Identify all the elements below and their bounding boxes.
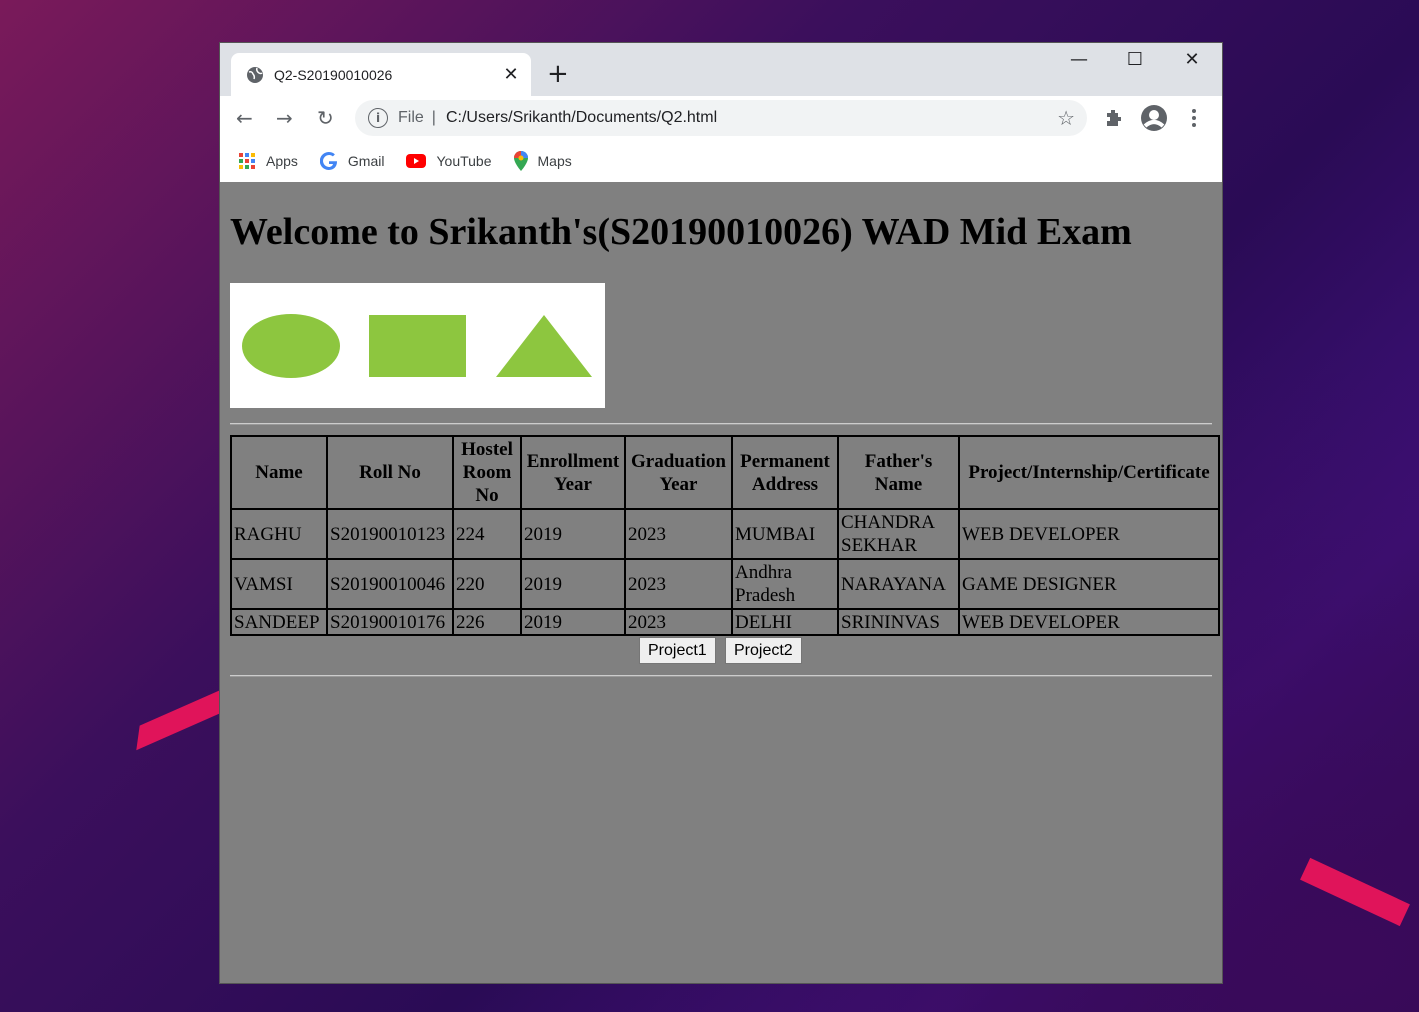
address-bar[interactable]: i File | C:/Users/Srikanth/Documents/Q2.… [355,100,1087,136]
profile-avatar-icon[interactable] [1140,104,1168,132]
tab-title: Q2-S20190010026 [274,66,393,83]
bookmark-star-icon[interactable]: ☆ [1057,106,1075,130]
table-row: SANDEEP S20190010176 226 2019 2023 DELHI… [230,608,1220,636]
table-cell: 226 [452,608,522,636]
table-cell: 224 [452,508,522,560]
column-header: Graduation Year [624,435,733,510]
table-cell: SRININVAS [837,608,960,636]
table-cell: Andhra Pradesh [731,558,839,610]
divider [230,675,1212,677]
bookmark-label: Maps [537,153,572,169]
bookmark-label: YouTube [436,153,492,169]
circle-shape [242,314,340,378]
bookmark-maps[interactable]: Maps [513,151,572,171]
menu-kebab-icon[interactable] [1190,108,1198,128]
browser-tab[interactable]: Q2-S20190010026 ✕ [231,53,531,96]
youtube-icon [406,154,427,168]
bookmark-label: Gmail [347,153,385,169]
table-row: VAMSI S20190010046 220 2019 2023 Andhra … [230,558,1220,610]
bookmarks-bar: Apps Gmail YouTube Maps [220,140,1222,183]
divider [230,423,1212,425]
url-text[interactable]: C:/Users/Srikanth/Documents/Q2.html [446,109,717,127]
extensions-icon[interactable] [1104,108,1124,128]
table-cell: WEB DEVELOPER [958,508,1220,560]
page-content: Welcome to Srikanth's(S20190010026) WAD … [220,182,1222,983]
bookmark-label: Apps [266,153,298,169]
table-cell: S20190010123 [326,508,454,560]
table-cell: 2023 [624,558,733,610]
table-cell: VAMSI [230,558,328,610]
table-cell: DELHI [731,608,839,636]
column-header: Enrollment Year [520,435,626,510]
forward-button[interactable]: → [276,106,293,130]
project2-button[interactable]: Project2 [725,637,802,664]
back-button[interactable]: ← [236,106,253,130]
rectangle-shape [369,315,466,377]
browser-window: Q2-S20190010026 ✕ + — ☐ ✕ ← → ↻ i File |… [220,43,1222,983]
column-header: Hostel Room No [452,435,522,510]
url-separator: | [431,109,436,126]
table-cell: S20190010176 [326,608,454,636]
table-cell: 2023 [624,508,733,560]
table-cell: CHANDRA SEKHAR [837,508,960,560]
maximize-button[interactable]: ☐ [1112,49,1158,70]
reload-button[interactable]: ↻ [317,106,334,130]
apps-grid-icon [238,152,256,170]
title-bar: Q2-S20190010026 ✕ + — ☐ ✕ [220,43,1222,96]
wallpaper-stripe [1300,857,1410,927]
table-cell: 2019 [520,508,626,560]
bookmark-youtube[interactable]: YouTube [406,153,492,169]
triangle-shape [496,315,592,377]
table-cell: WEB DEVELOPER [958,608,1220,636]
table-row: RAGHU S20190010123 224 2019 2023 MUMBAI … [230,508,1220,560]
table-cell: 2019 [520,558,626,610]
student-table: Name Roll No Hostel Room No Enrollment Y… [230,435,1220,636]
globe-icon [247,66,263,83]
table-cell: MUMBAI [731,508,839,560]
column-header: Roll No [326,435,454,510]
table-cell: 2023 [624,608,733,636]
column-header: Permanent Address [731,435,839,510]
info-icon[interactable]: i [368,108,388,128]
column-header: Father's Name [837,435,960,510]
table-cell: SANDEEP [230,608,328,636]
google-icon [319,152,338,170]
table-cell: 2019 [520,608,626,636]
new-tab-button[interactable]: + [547,61,569,87]
project1-button[interactable]: Project1 [639,637,716,664]
minimize-button[interactable]: — [1056,49,1102,70]
table-cell: GAME DESIGNER [958,558,1220,610]
column-header: Name [230,435,328,510]
table-cell: S20190010046 [326,558,454,610]
shapes-image [230,283,605,408]
close-window-button[interactable]: ✕ [1169,49,1215,70]
table-cell: 220 [452,558,522,610]
maps-pin-icon [513,151,528,171]
browser-toolbar: ← → ↻ i File | C:/Users/Srikanth/Documen… [220,96,1222,140]
table-cell: RAGHU [230,508,328,560]
close-tab-icon[interactable]: ✕ [499,64,523,85]
url-scheme: File [398,109,424,126]
bookmark-gmail[interactable]: Gmail [319,152,385,170]
table-header-row: Name Roll No Hostel Room No Enrollment Y… [230,435,1220,510]
bookmark-apps[interactable]: Apps [238,152,298,170]
column-header: Project/Internship/Certificate [958,435,1220,510]
page-title: Welcome to Srikanth's(S20190010026) WAD … [230,211,1132,253]
table-cell: NARAYANA [837,558,960,610]
